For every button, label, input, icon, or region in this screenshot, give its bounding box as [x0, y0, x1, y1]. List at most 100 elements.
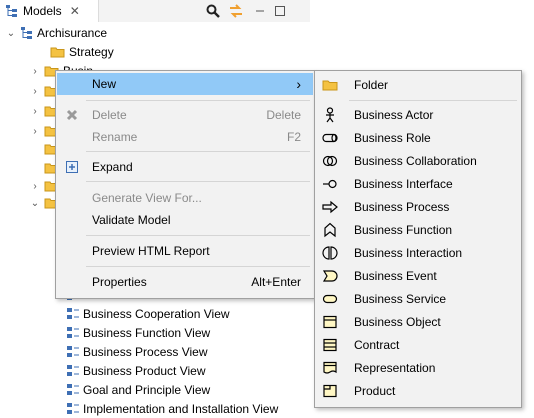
menu-label-validate-model: Validate Model — [92, 213, 171, 227]
context-menu: New › Delete Delete Rename F2 Expand Gen… — [55, 70, 315, 299]
menu-item-expand[interactable]: Expand — [57, 156, 313, 178]
diagram-view-icon — [67, 327, 79, 338]
submenu-label-folder: Folder — [354, 78, 389, 92]
tree-label-view: Business Product View — [83, 364, 206, 378]
tree-row-view[interactable]: Business Product View — [66, 362, 206, 380]
submenu-item-business-interaction[interactable]: Business Interaction — [316, 242, 520, 264]
menu-shortcut-properties: Alt+Enter — [251, 275, 301, 289]
submenu-item-representation[interactable]: Representation — [316, 357, 520, 379]
collapsed-chevron-icon[interactable]: › — [30, 106, 40, 117]
menu-item-properties[interactable]: Properties Alt+Enter — [57, 271, 313, 293]
submenu-label: Business Actor — [354, 108, 434, 122]
business-service-icon — [322, 294, 338, 304]
submenu-arrow-icon: › — [296, 76, 301, 92]
submenu-label: Product — [354, 384, 396, 398]
folder-icon — [50, 47, 65, 58]
submenu-label: Business Service — [354, 292, 447, 306]
menu-shortcut-rename: F2 — [286, 130, 301, 144]
menu-label-new: New — [92, 77, 117, 91]
business-collaboration-icon — [322, 155, 338, 167]
menu-label-preview-html: Preview HTML Report — [92, 244, 210, 258]
tree-row-archisurance[interactable]: ⌄ Archisurance — [6, 24, 107, 42]
business-process-icon — [322, 200, 338, 214]
delete-icon — [66, 109, 78, 121]
submenu-label: Representation — [354, 361, 436, 375]
tree-label-view: Business Process View — [83, 345, 208, 359]
menu-item-generate-view[interactable]: Generate View For... — [57, 187, 313, 209]
menu-separator — [86, 100, 310, 101]
diagram-view-icon — [67, 384, 79, 395]
product-icon — [323, 384, 337, 398]
submenu-label: Business Function — [354, 223, 453, 237]
submenu-item-business-object[interactable]: Business Object — [316, 311, 520, 333]
submenu-item-contract[interactable]: Contract — [316, 334, 520, 356]
business-object-icon — [323, 315, 337, 329]
tree-label-view: Business Cooperation View — [83, 307, 230, 321]
business-role-icon — [322, 133, 338, 143]
collapsed-chevron-icon[interactable]: › — [30, 86, 40, 97]
collapsed-chevron-icon[interactable]: › — [30, 66, 40, 77]
tree-row-strategy[interactable]: Strategy — [50, 43, 114, 61]
menu-item-preview-html[interactable]: Preview HTML Report — [57, 240, 313, 262]
view-tabbar: Models ✕ — [0, 0, 310, 23]
tree-row-view[interactable]: Implementation and Installation View — [66, 400, 278, 418]
expand-icon — [66, 161, 78, 173]
collapsed-chevron-icon[interactable]: › — [30, 181, 40, 192]
submenu-label: Business Collaboration — [354, 154, 477, 168]
submenu-item-business-interface[interactable]: Business Interface — [316, 173, 520, 195]
tree-row-view[interactable]: Goal and Principle View — [66, 381, 210, 399]
diagram-view-icon — [67, 346, 79, 357]
contract-icon — [323, 338, 337, 352]
menu-label-properties: Properties — [92, 275, 147, 289]
menu-label-rename: Rename — [92, 130, 138, 144]
submenu-item-folder[interactable]: Folder — [316, 74, 520, 96]
business-interface-icon — [323, 179, 337, 189]
tree-row-view[interactable]: Business Process View — [66, 343, 208, 361]
menu-label-generate-view: Generate View For... — [92, 191, 202, 205]
link-to-editor-icon[interactable] — [228, 3, 244, 19]
tree-label-strategy: Strategy — [69, 45, 114, 59]
submenu-label: Contract — [354, 338, 400, 352]
menu-item-delete[interactable]: Delete Delete — [57, 104, 313, 126]
diagram-view-icon — [67, 365, 79, 376]
models-tab[interactable]: Models ✕ — [0, 0, 99, 22]
submenu-label: Business Role — [354, 131, 431, 145]
search-icon[interactable] — [206, 4, 220, 18]
submenu-item-business-actor[interactable]: Business Actor — [316, 104, 520, 126]
business-event-icon — [322, 270, 338, 282]
expanded-chevron-icon[interactable]: ⌄ — [6, 28, 16, 39]
models-tree-icon — [6, 5, 17, 17]
expanded-chevron-icon[interactable]: ⌄ — [30, 198, 40, 209]
maximize-icon[interactable] — [274, 5, 286, 17]
submenu-item-business-role[interactable]: Business Role — [316, 127, 520, 149]
submenu-label: Business Interface — [354, 177, 453, 191]
submenu-item-business-service[interactable]: Business Service — [316, 288, 520, 310]
submenu-item-business-function[interactable]: Business Function — [316, 219, 520, 241]
view-toolbar — [206, 0, 286, 22]
menu-separator — [86, 151, 310, 152]
menu-separator — [86, 181, 310, 182]
submenu-item-business-event[interactable]: Business Event — [316, 265, 520, 287]
new-submenu: Folder Business Actor Business Role Busi… — [314, 70, 522, 408]
tree-label-view: Implementation and Installation View — [83, 402, 279, 416]
menu-item-rename[interactable]: Rename F2 — [57, 126, 313, 148]
menu-shortcut-delete: Delete — [266, 108, 301, 122]
minimize-icon[interactable] — [254, 5, 266, 17]
submenu-label: Business Event — [354, 269, 437, 283]
submenu-label: Business Object — [354, 315, 441, 329]
menu-item-new[interactable]: New › — [57, 73, 313, 95]
diagram-view-icon — [67, 403, 79, 414]
submenu-item-business-collaboration[interactable]: Business Collaboration — [316, 150, 520, 172]
submenu-item-product[interactable]: Product — [316, 380, 520, 402]
submenu-item-business-process[interactable]: Business Process — [316, 196, 520, 218]
diagram-view-icon — [67, 308, 79, 319]
tree-label-archisurance: Archisurance — [37, 26, 108, 40]
models-tab-label: Models — [23, 4, 62, 18]
business-function-icon — [324, 222, 336, 238]
representation-icon — [323, 361, 337, 374]
close-tab-icon[interactable]: ✕ — [70, 4, 80, 18]
collapsed-chevron-icon[interactable]: › — [30, 126, 40, 137]
menu-item-validate-model[interactable]: Validate Model — [57, 209, 313, 231]
tree-row-view[interactable]: Business Function View — [66, 324, 210, 342]
tree-row-view[interactable]: Business Cooperation View — [66, 305, 230, 323]
